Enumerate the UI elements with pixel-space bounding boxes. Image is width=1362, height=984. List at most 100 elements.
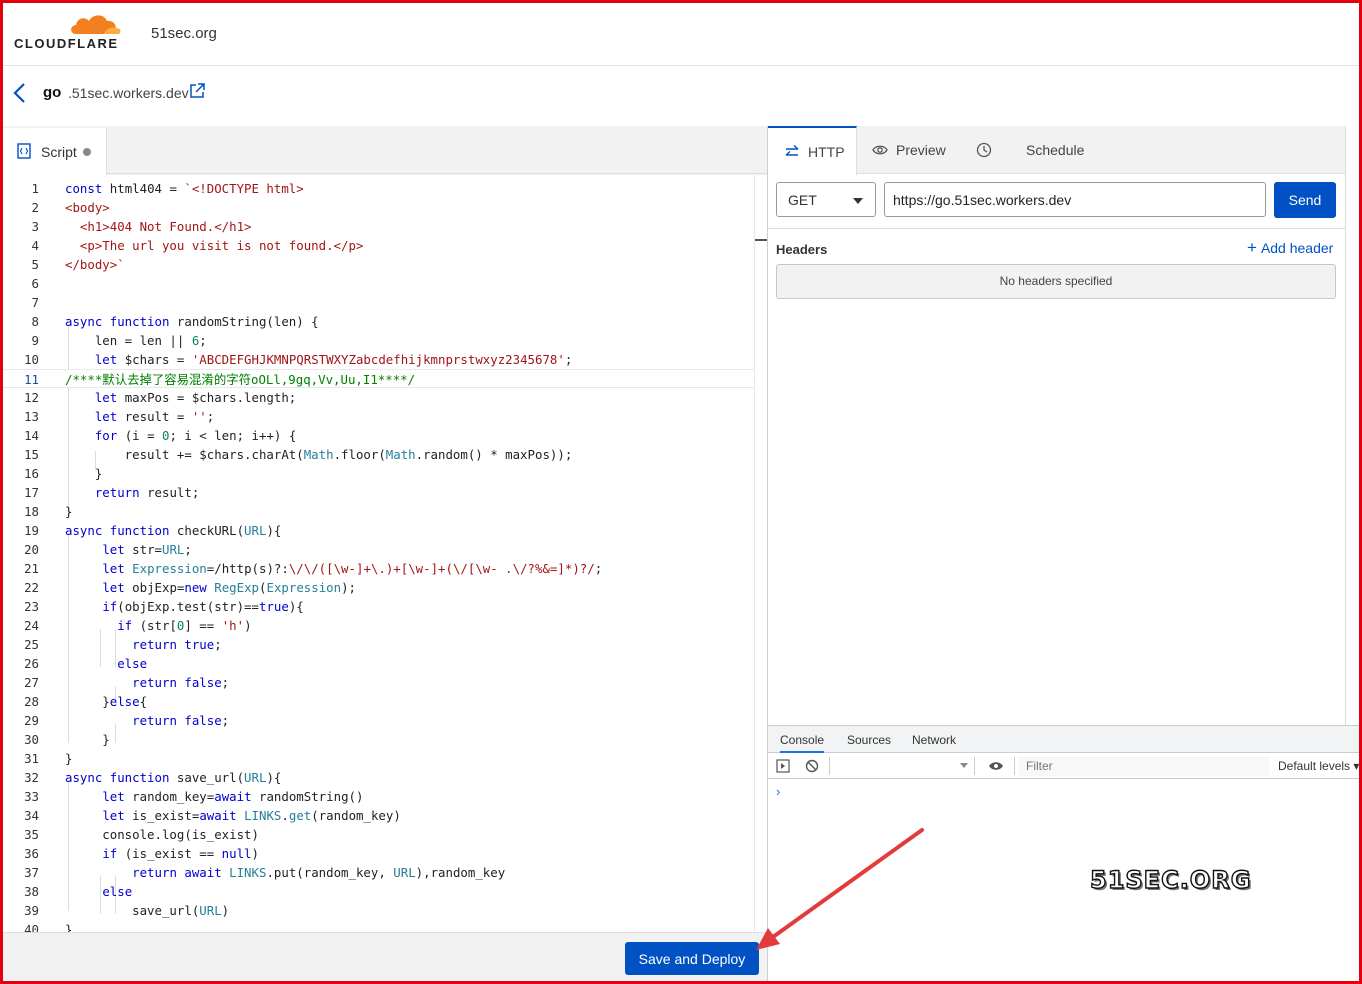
sidebar-toggle-icon[interactable] (776, 759, 790, 773)
code-line: 12 let maxPos = $chars.length; (24, 390, 297, 405)
filter-divider (1014, 757, 1015, 775)
eye-icon[interactable] (988, 759, 1004, 773)
code-line: 22 let objExp=new RegExp(Expression); (24, 580, 357, 595)
code-line: 20 let str=URL; (24, 542, 192, 557)
code-line: 32 async function save_url(URL){ (24, 770, 282, 785)
console-filter-input[interactable] (1018, 756, 1270, 776)
tab-script-label: Script (41, 144, 77, 160)
panel-scrollbar[interactable] (1345, 126, 1360, 726)
tab-schedule-label: Schedule (1026, 142, 1085, 158)
code-line: 40} (24, 922, 73, 932)
code-line: 25 return true; (24, 637, 222, 652)
code-line: 33 let random_key=await randomString() (24, 789, 364, 804)
code-line: 38 else (24, 884, 133, 899)
add-header-label: Add header (1260, 240, 1334, 256)
tab-http[interactable]: HTTP (768, 126, 857, 175)
tab-preview[interactable]: Preview (858, 126, 953, 175)
cloud-icon (71, 15, 121, 35)
chevron-down-icon: ▾ (1353, 759, 1360, 773)
top-header: CLOUDFLARE 51sec.org (0, 0, 1362, 66)
url-input[interactable] (884, 182, 1266, 217)
code-line: 24 if (str[0] == 'h') (24, 618, 252, 633)
code-line: 16 } (24, 466, 103, 481)
http-test-panel: HTTP Preview Schedule GET Send Headers +… (767, 126, 1360, 981)
code-line: 36 if (is_exist == null) (24, 846, 259, 861)
logo-text: CLOUDFLARE (14, 36, 119, 51)
code-line: 8 async function randomString(len) { (31, 314, 319, 329)
code-line: 21 let Expression=/http(s)?:\/\/([\w-]+\… (24, 561, 603, 576)
headers-title: Headers (776, 242, 828, 257)
code-line: 37 return await LINKS.put(random_key, UR… (24, 865, 506, 880)
devtools-tabs: Console Sources Network (768, 726, 1360, 753)
editor-scrollbar[interactable] (754, 175, 767, 932)
code-line: 23 if(objExp.test(str)==true){ (24, 599, 304, 614)
code-line: 19 async function checkURL(URL){ (24, 523, 282, 538)
code-editor[interactable]: 1 const html404 = `<!DOCTYPE html> 2 <body… (3, 175, 767, 932)
send-button[interactable]: Send (1274, 182, 1336, 218)
code-line: 7 (31, 295, 39, 310)
code-line: 28 }else{ (24, 694, 148, 709)
log-levels-dropdown[interactable]: Default levels ▾ (1278, 759, 1359, 773)
method-value: GET (788, 192, 817, 208)
worker-name: go (43, 84, 62, 101)
swap-arrows-icon (785, 144, 799, 156)
clear-console-icon[interactable] (805, 759, 819, 773)
editor-scroll-marker (755, 239, 767, 241)
code-line: 17 return result; (24, 485, 200, 500)
worker-domain: .51sec.workers.dev (68, 85, 189, 101)
context-dropdown-icon[interactable] (960, 763, 968, 768)
code-line: 31} (24, 751, 73, 766)
editor-footer: Save and Deploy (3, 932, 767, 981)
code-line: 2 <body> (31, 200, 110, 215)
code-line: 29 return false; (24, 713, 230, 728)
code-line: 15 result += $chars.charAt(Math.floor(Ma… (24, 447, 573, 462)
console-toolbar: Default levels ▾ (768, 753, 1360, 779)
code-line: 1 const html404 = `<!DOCTYPE html> (31, 181, 304, 196)
back-arrow-icon[interactable] (10, 82, 30, 104)
code-line: 14 for (i = 0; i < len; i++) { (24, 428, 297, 443)
code-line: 30 } (24, 732, 110, 747)
context-divider (974, 757, 975, 775)
tab-network[interactable]: Network (912, 733, 956, 747)
editor-tabs: Script (3, 126, 767, 175)
console-prompt[interactable]: › (776, 784, 780, 799)
watermark-text: 51SEC.ORG (1089, 865, 1252, 894)
clock-icon (976, 142, 992, 158)
tab-preview-label: Preview (896, 142, 946, 158)
code-line: 39 save_url(URL) (24, 903, 230, 918)
external-link-icon[interactable] (189, 83, 205, 99)
code-line: 10 let $chars = 'ABCDEFGHJKMNPQRSTWXYZab… (24, 352, 573, 367)
worker-header: go .51sec.workers.dev (0, 66, 1362, 126)
devtools-console: Console Sources Network Default levels ▾ (768, 725, 1360, 981)
code-line: 9 len = len || 6; (31, 333, 207, 348)
code-line: 13 let result = ''; (24, 409, 215, 424)
script-file-icon (17, 143, 31, 159)
code-line: 18} (24, 504, 73, 519)
code-line: 6 (31, 276, 39, 291)
unsaved-dot (83, 148, 91, 156)
plus-icon: + (1247, 238, 1257, 257)
http-method-select[interactable]: GET (776, 182, 876, 217)
code-line-current: 11/****默认去掉了容易混淆的字符oOLl,9gq,Vv,Uu,I1****… (3, 369, 767, 388)
code-line: 5 </body>` (31, 257, 125, 272)
tab-schedule[interactable]: Schedule (968, 126, 1084, 175)
code-line: 34 let is_exist=await LINKS.get(random_k… (24, 808, 401, 823)
context-divider (829, 757, 830, 775)
code-line: 35 console.log(is_exist) (24, 827, 259, 842)
tab-http-label: HTTP (808, 144, 845, 160)
tab-sources[interactable]: Sources (847, 733, 891, 747)
tab-console[interactable]: Console (780, 733, 825, 753)
script-editor-panel: Script 1 const html404 = `<!DOCTYPE html>… (3, 126, 767, 981)
add-header-button[interactable]: + Add header (1247, 238, 1333, 258)
divider (768, 228, 1360, 229)
code-line: 4 <p>The url you visit is not found.</p> (31, 238, 364, 253)
http-tabs: HTTP Preview Schedule (768, 126, 1360, 175)
code-line: 26 else (24, 656, 148, 671)
eye-icon (872, 145, 888, 155)
account-site-name[interactable]: 51sec.org (151, 25, 217, 42)
tab-script[interactable]: Script (3, 126, 107, 175)
cloudflare-logo[interactable]: CLOUDFLARE (14, 12, 124, 52)
save-and-deploy-button[interactable]: Save and Deploy (625, 942, 759, 975)
code-line: 3 <h1>404 Not Found.</h1> (31, 219, 252, 234)
chevron-down-icon (853, 198, 863, 204)
